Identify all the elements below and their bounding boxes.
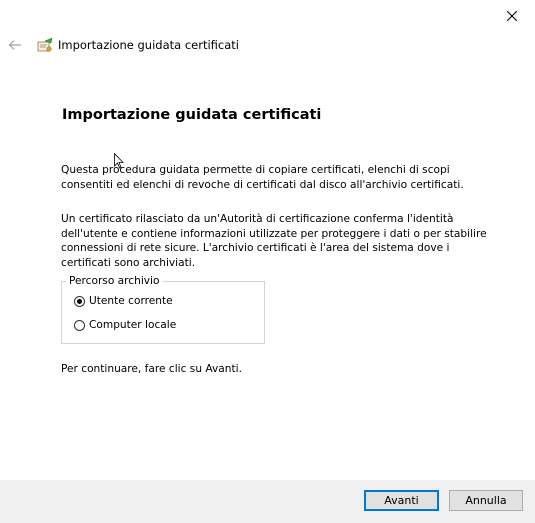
- back-arrow-icon: [8, 40, 21, 50]
- footer-bar: Avanti Annulla: [0, 480, 535, 523]
- store-location-legend: Percorso archivio: [66, 275, 163, 288]
- radio-local-machine[interactable]: Computer locale: [74, 319, 176, 331]
- next-button[interactable]: Avanti: [364, 490, 439, 511]
- info-paragraph: Un certificato rilasciato da un'Autorità…: [61, 213, 487, 269]
- certificate-icon: [37, 37, 53, 52]
- radio-current-user[interactable]: Utente corrente: [74, 295, 173, 307]
- radio-current-user-label: Utente corrente: [89, 295, 173, 307]
- radio-button-unchecked[interactable]: [74, 319, 85, 331]
- radio-local-machine-label: Computer locale: [89, 319, 177, 331]
- cancel-button[interactable]: Annulla: [449, 490, 523, 511]
- window-title: Importazione guidata certificati: [58, 38, 239, 52]
- close-button[interactable]: [489, 2, 535, 30]
- radio-button-checked[interactable]: [74, 295, 85, 307]
- store-location-group: Percorso archivio Utente corrente Comput…: [61, 275, 265, 344]
- close-icon: [507, 11, 517, 21]
- mouse-cursor-icon: [114, 153, 124, 169]
- page-heading: Importazione guidata certificati: [62, 107, 322, 123]
- intro-paragraph: Questa procedura guidata permette di cop…: [61, 164, 464, 191]
- continue-instruction: Per continuare, fare clic su Avanti.: [61, 363, 242, 375]
- back-button[interactable]: [6, 36, 24, 54]
